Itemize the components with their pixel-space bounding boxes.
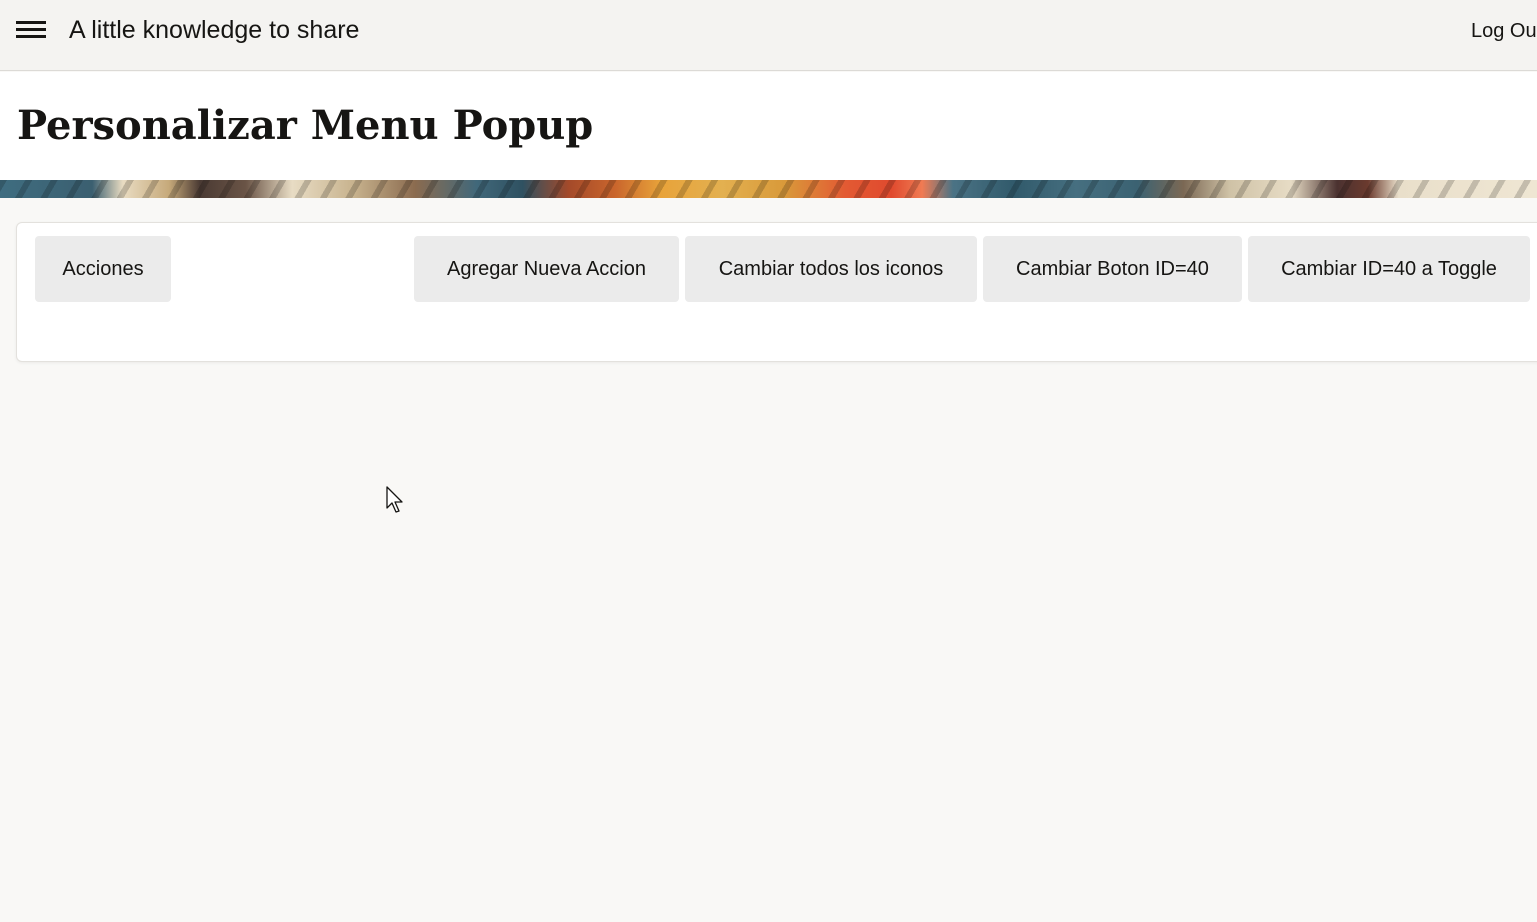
logout-link[interactable]: Log Ou [1471, 18, 1537, 44]
app-title[interactable]: A little knowledge to share [69, 14, 359, 46]
hamburger-menu-icon[interactable] [12, 17, 50, 45]
acciones-button[interactable]: Acciones [35, 236, 171, 302]
actions-button-region: Acciones Agregar Nueva Accion Cambiar to… [16, 222, 1537, 362]
hamburger-line [16, 28, 46, 31]
decorative-banner [0, 180, 1537, 198]
page-title: Personalizar Menu Popup [17, 102, 594, 149]
cambiar-id40-toggle-button[interactable]: Cambiar ID=40 a Toggle [1248, 236, 1530, 302]
cambiar-boton-id40-button[interactable]: Cambiar Boton ID=40 [983, 236, 1242, 302]
agregar-nueva-accion-button[interactable]: Agregar Nueva Accion [414, 236, 679, 302]
page-title-region: Personalizar Menu Popup [0, 72, 1537, 180]
banner-pattern [0, 180, 1537, 198]
cambiar-todos-iconos-button[interactable]: Cambiar todos los iconos [685, 236, 977, 302]
top-navigation-bar: A little knowledge to share Log Ou [0, 0, 1537, 71]
mouse-cursor-icon [386, 486, 403, 513]
hamburger-line [16, 35, 46, 38]
hamburger-line [16, 21, 46, 24]
